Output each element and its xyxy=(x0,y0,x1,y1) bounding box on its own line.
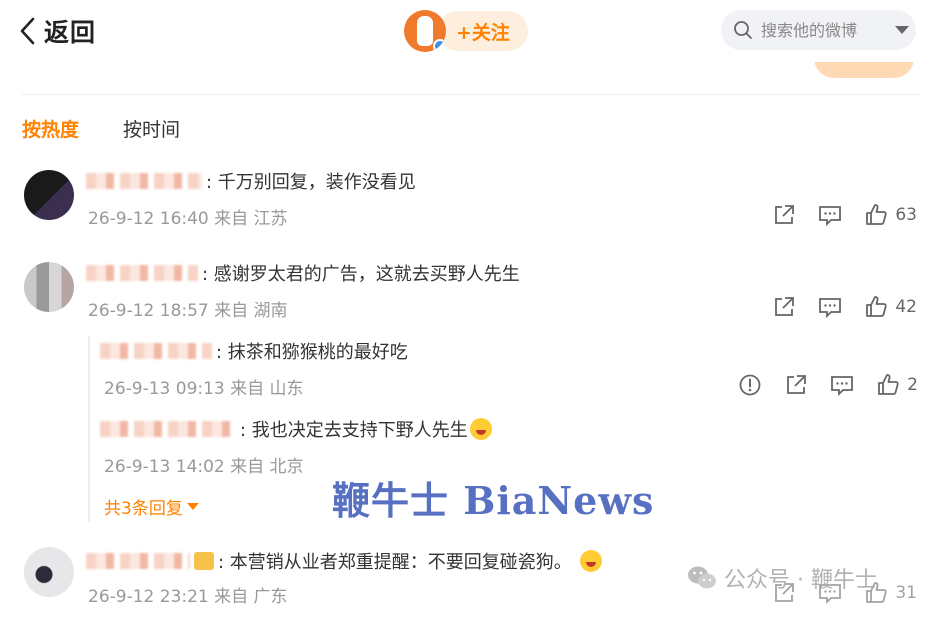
comment-meta: 26-9-12 23:21 来自 广东 xyxy=(88,587,288,607)
brand-watermark: 鞭牛士 BiaNews xyxy=(332,478,655,523)
comment-text: : 本营销从业者郑重提醒：不要回复碰瓷狗。 xyxy=(218,552,572,573)
reply-text-line: : 我也决定去支持下野人先生 xyxy=(100,416,492,442)
commenter-name-blurred[interactable] xyxy=(86,265,198,281)
share-icon xyxy=(787,375,807,394)
reply-meta: 26-9-13 09:13 来自 山东 xyxy=(104,379,304,399)
wechat-watermark-text: 公众号 · 鞭牛士 xyxy=(724,568,877,593)
comment-actions: 63 xyxy=(771,202,917,228)
share-button[interactable] xyxy=(771,202,797,228)
sort-tabs: 按热度 按时间 xyxy=(22,115,180,142)
reply-button[interactable] xyxy=(829,372,855,398)
thumbs-up-icon xyxy=(866,296,887,317)
reply-button[interactable] xyxy=(817,294,843,320)
reply-text: : 我也决定去支持下野人先生 xyxy=(240,420,468,441)
commenter-avatar[interactable] xyxy=(24,262,74,312)
follow-button[interactable]: +关注 xyxy=(438,11,528,51)
reply-text-line: : 抹茶和猕猴桃的最好吃 xyxy=(100,338,408,364)
more-replies-label: 共3条回复 xyxy=(104,499,183,519)
comment-text: : 感谢罗太君的广告，这就去买野人先生 xyxy=(202,264,520,285)
like-button[interactable]: 63 xyxy=(863,202,917,228)
comment-icon xyxy=(831,376,854,397)
chevron-left-icon xyxy=(20,17,35,45)
wechat-icon xyxy=(688,566,716,589)
follow-label: +关注 xyxy=(456,21,510,44)
report-button[interactable] xyxy=(737,372,763,398)
comment-text: : 千万别回复，装作没看见 xyxy=(206,172,416,193)
search-input[interactable] xyxy=(761,20,881,40)
emoji-icon xyxy=(579,550,602,572)
comment-icon xyxy=(819,206,842,227)
commenter-name-blurred[interactable] xyxy=(86,173,202,189)
emoji-icon xyxy=(469,418,492,440)
more-replies-link[interactable]: 共3条回复 xyxy=(104,494,199,519)
share-button[interactable] xyxy=(783,372,809,398)
like-count: 63 xyxy=(895,205,917,225)
like-button[interactable]: 42 xyxy=(863,294,917,320)
commenter-avatar[interactable] xyxy=(24,547,74,597)
reply-meta: 26-9-13 14:02 来自 北京 xyxy=(104,457,304,477)
reply-text: : 抹茶和猕猴桃的最好吃 xyxy=(216,342,408,363)
tab-sort-by-time[interactable]: 按时间 xyxy=(123,115,180,142)
share-icon xyxy=(775,205,795,224)
follow-area: +关注 xyxy=(404,10,528,52)
thumbs-up-icon xyxy=(878,374,899,395)
alert-icon xyxy=(739,374,761,396)
top-bar: 返回 +关注 xyxy=(0,0,945,62)
like-count: 42 xyxy=(895,297,917,317)
like-count: 31 xyxy=(895,583,917,603)
chevron-down-icon[interactable] xyxy=(895,26,909,34)
commenter-avatar[interactable] xyxy=(24,170,74,220)
divider xyxy=(22,94,920,95)
comment-text-line: : 本营销从业者郑重提醒：不要回复碰瓷狗。 xyxy=(86,548,602,574)
comment-text-line: : 千万别回复，装作没看见 xyxy=(86,168,416,194)
like-count: 2 xyxy=(907,375,918,395)
tab-sort-by-hot[interactable]: 按热度 xyxy=(22,115,79,142)
comment-actions: 42 xyxy=(771,294,917,320)
back-label: 返回 xyxy=(44,18,97,47)
commenter-name-blurred[interactable] xyxy=(86,553,190,569)
replier-name-blurred[interactable] xyxy=(100,343,212,359)
search-box[interactable] xyxy=(721,10,916,50)
reply-button[interactable] xyxy=(817,202,843,228)
search-icon xyxy=(734,21,752,39)
account-avatar[interactable] xyxy=(404,10,446,52)
comment-meta: 26-9-12 16:40 来自 江苏 xyxy=(88,209,288,229)
badge-icon xyxy=(194,552,214,570)
share-button[interactable] xyxy=(771,294,797,320)
replier-name-blurred[interactable] xyxy=(100,421,236,437)
comment-text-line: : 感谢罗太君的广告，这就去买野人先生 xyxy=(86,260,520,286)
back-button[interactable]: 返回 xyxy=(18,12,96,50)
like-button[interactable]: 2 xyxy=(875,372,918,398)
comment-meta: 26-9-12 18:57 来自 湖南 xyxy=(88,301,288,321)
caret-down-icon xyxy=(186,503,199,510)
wechat-watermark: 公众号 · 鞭牛士 xyxy=(686,562,877,594)
reply-actions: 2 xyxy=(737,372,918,398)
share-icon xyxy=(775,297,795,316)
verified-badge-icon xyxy=(433,39,446,52)
comment-icon xyxy=(819,298,842,319)
thumbs-up-icon xyxy=(866,204,887,225)
